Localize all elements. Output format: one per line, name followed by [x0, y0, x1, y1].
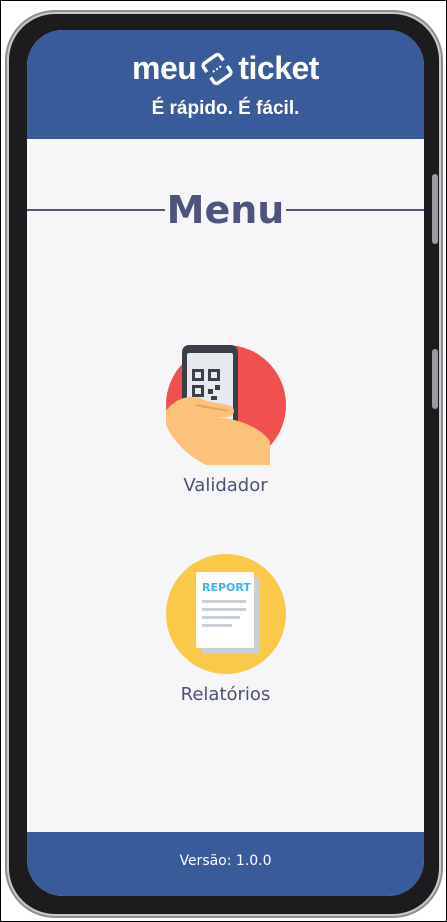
app-footer: Versão: 1.0.0	[27, 832, 424, 896]
report-icon: REPORT	[165, 554, 286, 674]
divider-line-left	[27, 209, 165, 211]
page-title: Menu	[166, 188, 285, 232]
menu-item-validador[interactable]: Validador	[27, 345, 424, 496]
app-header: meu ticket É rápido. É fácil.	[27, 30, 424, 139]
report-icon-text: REPORT	[202, 581, 251, 594]
divider-line-right	[286, 209, 424, 211]
logo-text-ticket: ticket	[238, 50, 319, 86]
version-text: Versão: 1.0.0	[179, 853, 272, 869]
app-tagline: É rápido. É fácil.	[151, 98, 300, 119]
app-logo: meu ticket	[27, 50, 424, 87]
menu-item-label: Relatórios	[180, 684, 271, 705]
ticket-icon	[201, 52, 233, 85]
qr-phone-icon	[165, 345, 286, 465]
logo-text-meu: meu	[132, 50, 197, 86]
volume-button	[432, 174, 438, 244]
menu-item-label: Validador	[183, 475, 268, 496]
menu-heading: Menu	[27, 185, 424, 235]
menu-item-relatorios[interactable]: REPORT Relatórios	[27, 554, 424, 705]
power-button	[432, 349, 438, 409]
phone-screen: meu ticket É rápido. É fácil. Menu Valid…	[27, 30, 424, 896]
